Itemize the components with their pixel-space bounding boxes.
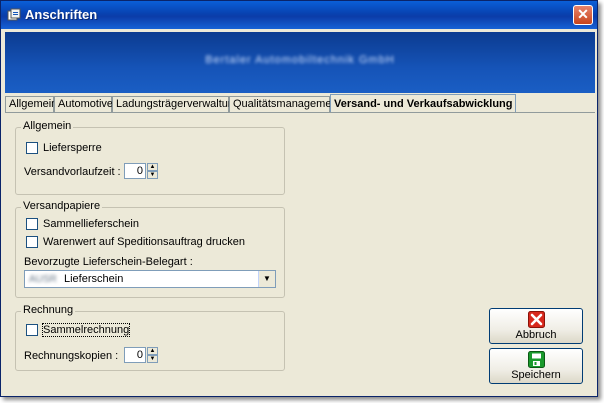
tab-panel: Allgemein Liefersperre Versandvorlaufzei… xyxy=(5,112,595,393)
group-title: Allgemein xyxy=(21,120,74,132)
dialog-window: Anschriften ✕ Bertaler Automobiltechnik … xyxy=(0,0,598,397)
window-title: Anschriften xyxy=(25,7,98,22)
app-icon xyxy=(7,8,21,21)
group-title: Versandpapiere xyxy=(21,200,103,212)
tab-versand-verkaufsabwicklung[interactable]: Versand- und Verkaufsabwicklung xyxy=(330,94,516,113)
warenwert-label: Warenwert auf Speditionsauftrag drucken xyxy=(43,236,245,248)
group-title: Rechnung xyxy=(21,304,76,316)
tab-ladungstraegerverwaltung[interactable]: Ladungsträgerverwaltung xyxy=(112,96,240,112)
sammellieferschein-checkbox[interactable] xyxy=(26,218,38,230)
speichern-button[interactable]: Speichern xyxy=(489,348,583,384)
tab-automotive[interactable]: Automotive xyxy=(54,96,113,112)
sammelrechnung-checkbox[interactable] xyxy=(26,324,38,336)
versandvorlaufzeit-label: Versandvorlaufzeit : xyxy=(24,166,121,178)
chevron-down-icon[interactable]: ▼ xyxy=(258,271,275,287)
speichern-label: Speichern xyxy=(511,369,561,381)
abbruch-button[interactable]: Abbruch xyxy=(489,308,583,344)
group-allgemein: Allgemein Liefersperre Versandvorlaufzei… xyxy=(15,120,285,195)
belegart-select[interactable]: AUSR Lieferschein ▼ xyxy=(24,270,276,288)
company-name: Bertaler Automobiltechnik GmbH xyxy=(205,54,395,66)
versandvorlaufzeit-stepper[interactable]: 0 ▲ ▼ xyxy=(124,163,158,179)
sammelrechnung-label: Sammelrechnung xyxy=(41,323,131,337)
sammellieferschein-label: Sammellieferschein xyxy=(43,218,139,230)
warenwert-checkbox[interactable] xyxy=(26,236,38,248)
belegart-value: Lieferschein xyxy=(64,273,124,285)
spin-down-icon[interactable]: ▼ xyxy=(147,171,158,179)
spin-down-icon[interactable]: ▼ xyxy=(147,355,158,363)
group-rechnung: Rechnung Sammelrechnung Rechnungskopien … xyxy=(15,304,285,371)
cancel-icon xyxy=(528,311,545,328)
belegart-label: Bevorzugte Lieferschein-Belegart : xyxy=(24,256,193,268)
group-versandpapiere: Versandpapiere Sammellieferschein Warenw… xyxy=(15,200,285,298)
rechnungskopien-input[interactable]: 0 xyxy=(124,347,146,363)
abbruch-label: Abbruch xyxy=(515,329,557,341)
liefersperre-checkbox[interactable] xyxy=(26,142,38,154)
belegart-prefix: AUSR xyxy=(29,274,57,285)
save-icon xyxy=(528,351,545,368)
liefersperre-label: Liefersperre xyxy=(43,142,102,154)
tab-qualitaetsmanagement[interactable]: Qualitätsmanagement xyxy=(229,96,341,112)
rechnungskopien-label: Rechnungskopien : xyxy=(24,350,119,362)
tab-allgemein[interactable]: Allgemein xyxy=(5,96,57,112)
spin-up-icon[interactable]: ▲ xyxy=(147,347,158,355)
company-banner: Bertaler Automobiltechnik GmbH xyxy=(5,32,595,93)
spin-up-icon[interactable]: ▲ xyxy=(147,163,158,171)
title-bar[interactable]: Anschriften ✕ xyxy=(1,1,597,29)
versandvorlaufzeit-input[interactable]: 0 xyxy=(124,163,146,179)
close-icon[interactable]: ✕ xyxy=(573,5,593,25)
rechnungskopien-stepper[interactable]: 0 ▲ ▼ xyxy=(124,347,158,363)
